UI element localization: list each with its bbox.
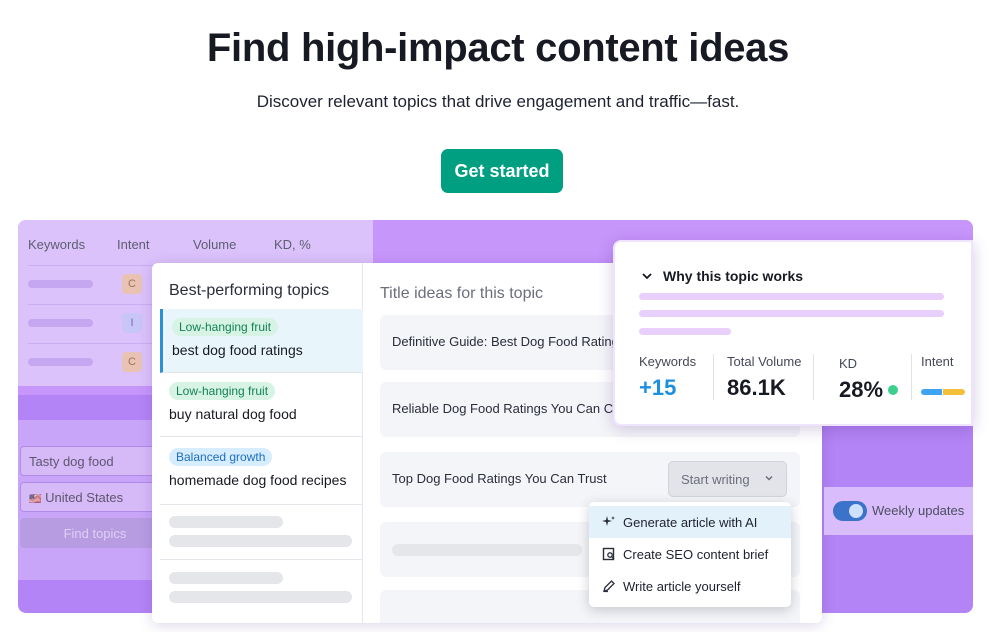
topic-input[interactable]: Tasty dog food (20, 446, 170, 476)
placeholder-line (639, 328, 731, 335)
intent-badge: C (122, 352, 142, 372)
column-header-kd: KD, % (274, 237, 311, 252)
title-ideas-heading: Title ideas for this topic (380, 285, 544, 302)
weekly-updates-control: Weekly updates (824, 487, 973, 535)
metric-divider (713, 354, 714, 400)
intent-bar-informational (921, 389, 942, 395)
column-header-intent: Intent (117, 237, 150, 252)
hero-subtitle: Discover relevant topics that drive enga… (256, 92, 740, 111)
why-topic-works-card: Why this topic works Keywords +15 Total … (613, 240, 973, 426)
metric-divider (813, 354, 814, 400)
topics-list: Best-performing topics Low-hanging fruit… (152, 263, 363, 623)
metric-intent: Intent (921, 354, 965, 395)
intent-badge: C (122, 274, 142, 294)
status-dot-icon (888, 385, 899, 395)
metric-value-row: 28% (839, 377, 899, 403)
metric-value: 86.1K (727, 375, 786, 400)
title-idea-text: Top Dog Food Ratings You Can Trust (392, 471, 607, 486)
topic-name: buy natural dog food (169, 406, 297, 422)
find-topics-button[interactable]: Find topics (20, 518, 170, 548)
topic-item[interactable]: Low-hanging fruit best dog food ratings (160, 309, 363, 373)
menu-item-label: Write article yourself (623, 578, 741, 594)
metric-keywords: Keywords +15 (639, 354, 696, 401)
get-started-button[interactable]: Get started (441, 149, 563, 193)
column-header-keywords: Keywords (28, 237, 86, 252)
chevron-down-icon[interactable] (640, 269, 654, 283)
toggle-knob (849, 504, 863, 518)
metric-label: Intent (921, 354, 954, 369)
placeholder-bar (28, 280, 93, 288)
country-select[interactable]: 🇺🇸 United States (20, 482, 170, 512)
sparkle-icon (601, 514, 617, 530)
topic-item[interactable]: Balanced growth homemade dog food recipe… (160, 439, 363, 505)
menu-item-label: Generate article with AI (623, 514, 758, 530)
topic-item[interactable]: Low-hanging fruit buy natural dog food (160, 373, 363, 437)
start-writing-menu: Generate article with AI Create SEO cont… (589, 502, 791, 607)
start-writing-button[interactable]: Start writing (668, 461, 787, 497)
intent-bar-commercial (943, 389, 965, 395)
placeholder-bar (28, 319, 93, 327)
metric-total-volume: Total Volume 86.1K (727, 354, 801, 401)
metric-divider (911, 354, 912, 400)
weekly-updates-label: Weekly updates (872, 503, 965, 518)
title-idea-text: Definitive Guide: Best Dog Food Ratings (392, 334, 616, 349)
metric-label: KD (839, 356, 858, 371)
topics-list-title: Best-performing topics (169, 282, 330, 299)
topic-tag: Balanced growth (169, 448, 273, 466)
loading-placeholder (392, 544, 582, 556)
weekly-updates-toggle[interactable] (833, 501, 867, 521)
metric-value: 28% (839, 377, 884, 402)
title-idea-text: Reliable Dog Food Ratings You Can Count … (392, 401, 616, 416)
intent-badge: I (122, 313, 142, 333)
country-value: United States (45, 490, 124, 505)
pencil-icon (601, 578, 617, 594)
hero-title: Find high-impact content ideas (206, 26, 790, 70)
document-search-icon (601, 546, 617, 562)
menu-item-generate-article[interactable]: Generate article with AI (589, 506, 791, 538)
menu-item-write-yourself[interactable]: Write article yourself (589, 570, 791, 602)
loading-placeholder (169, 535, 352, 547)
metric-label: Total Volume (727, 354, 802, 369)
chevron-down-icon (764, 473, 774, 486)
placeholder-line (639, 293, 944, 300)
metric-kd: KD 28% (839, 356, 899, 403)
loading-placeholder (169, 572, 283, 584)
menu-item-label: Create SEO content brief (623, 546, 769, 562)
menu-item-create-brief[interactable]: Create SEO content brief (589, 538, 791, 570)
us-flag-icon: 🇺🇸 (29, 494, 42, 505)
topic-name: best dog food ratings (172, 342, 303, 358)
placeholder-line (639, 310, 944, 317)
divider (160, 559, 363, 560)
metric-value: +15 (639, 375, 677, 400)
topic-tag: Low-hanging fruit (172, 318, 279, 336)
title-idea-card[interactable]: Top Dog Food Ratings You Can Trust Start… (380, 452, 800, 507)
placeholder-bar (28, 358, 93, 366)
metric-label: Keywords (639, 354, 697, 369)
start-writing-label: Start writing (681, 471, 750, 487)
loading-placeholder (169, 591, 352, 603)
column-header-volume: Volume (193, 237, 237, 252)
intent-bar (921, 389, 965, 395)
topic-tag: Low-hanging fruit (169, 382, 276, 400)
topic-name: homemade dog food recipes (169, 472, 347, 488)
why-card-title: Why this topic works (663, 268, 804, 284)
loading-placeholder (169, 516, 283, 528)
